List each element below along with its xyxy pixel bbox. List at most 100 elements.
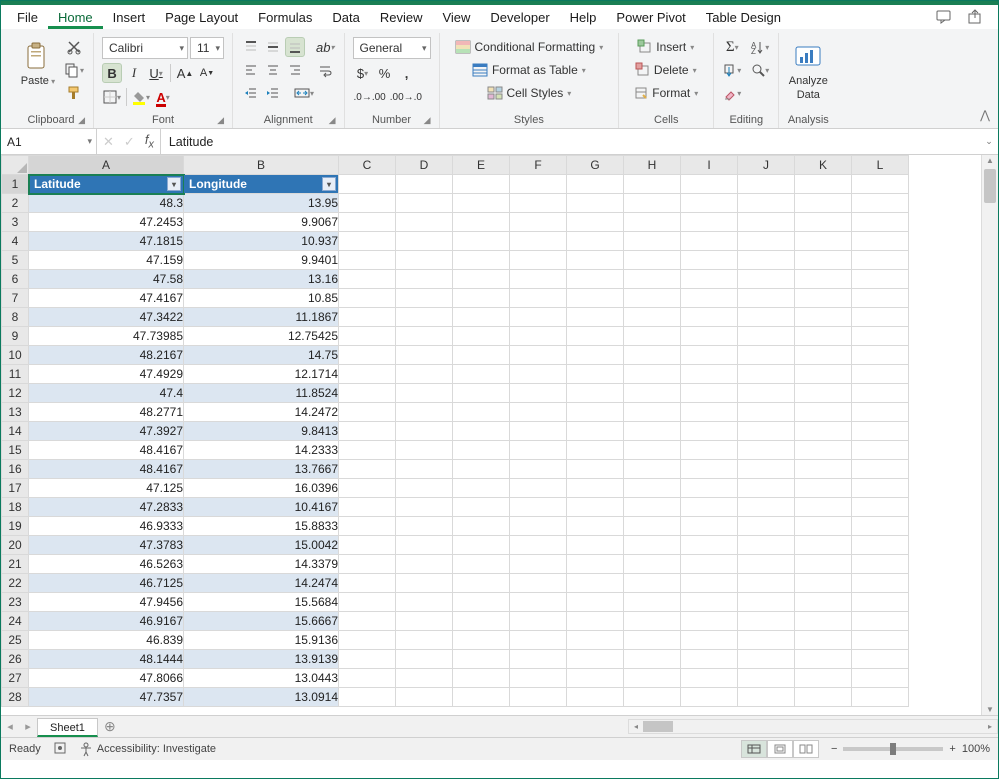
cell-I13[interactable] [681,403,738,422]
font-name-combo[interactable]: Calibri [102,37,188,59]
tab-insert[interactable]: Insert [103,5,156,29]
cell-K10[interactable] [795,346,852,365]
cell-G21[interactable] [567,555,624,574]
cell-B8[interactable]: 11.1867 [184,308,339,327]
name-box[interactable]: A1 [1,129,97,154]
format-painter-button[interactable] [63,83,85,103]
number-dialog-launcher[interactable]: ◢ [424,115,431,126]
cell-L15[interactable] [852,441,909,460]
cell-H6[interactable] [624,270,681,289]
cell-B27[interactable]: 13.0443 [184,669,339,688]
wrap-text-button[interactable] [315,60,335,80]
cell-G28[interactable] [567,688,624,707]
cell-F11[interactable] [510,365,567,384]
cell-I25[interactable] [681,631,738,650]
tab-file[interactable]: File [7,5,48,29]
cell-B23[interactable]: 15.5684 [184,593,339,612]
collapse-ribbon-button[interactable]: ⋀ [980,108,990,122]
cell-L7[interactable] [852,289,909,308]
cell-G10[interactable] [567,346,624,365]
row-header-15[interactable]: 15 [2,441,29,460]
cell-E19[interactable] [453,517,510,536]
cell-A24[interactable]: 46.9167 [29,612,184,631]
row-header-20[interactable]: 20 [2,536,29,555]
cell-D23[interactable] [396,593,453,612]
cell-L12[interactable] [852,384,909,403]
cell-K25[interactable] [795,631,852,650]
tab-view[interactable]: View [432,5,480,29]
cell-A1[interactable]: Latitude▾ [29,175,184,194]
cell-K17[interactable] [795,479,852,498]
cell-D9[interactable] [396,327,453,346]
cell-D12[interactable] [396,384,453,403]
cell-H14[interactable] [624,422,681,441]
cell-C21[interactable] [339,555,396,574]
cell-J24[interactable] [738,612,795,631]
cell-D1[interactable] [396,175,453,194]
cell-G16[interactable] [567,460,624,479]
cell-K2[interactable] [795,194,852,213]
cell-H10[interactable] [624,346,681,365]
cell-F18[interactable] [510,498,567,517]
cell-L6[interactable] [852,270,909,289]
row-header-16[interactable]: 16 [2,460,29,479]
cell-B10[interactable]: 14.75 [184,346,339,365]
cell-A13[interactable]: 48.2771 [29,403,184,422]
cell-H19[interactable] [624,517,681,536]
row-header-21[interactable]: 21 [2,555,29,574]
cell-F2[interactable] [510,194,567,213]
cell-C26[interactable] [339,650,396,669]
cell-I9[interactable] [681,327,738,346]
decrease-indent-button[interactable] [241,83,261,103]
cell-C17[interactable] [339,479,396,498]
cell-D18[interactable] [396,498,453,517]
cell-D13[interactable] [396,403,453,422]
cell-L17[interactable] [852,479,909,498]
cell-L22[interactable] [852,574,909,593]
tab-developer[interactable]: Developer [480,5,559,29]
zoom-slider[interactable] [843,747,943,751]
cell-J11[interactable] [738,365,795,384]
cell-E18[interactable] [453,498,510,517]
cell-G27[interactable] [567,669,624,688]
cell-B24[interactable]: 15.6667 [184,612,339,631]
cell-J6[interactable] [738,270,795,289]
cell-F6[interactable] [510,270,567,289]
clipboard-dialog-launcher[interactable]: ◢ [78,115,85,126]
tab-page-layout[interactable]: Page Layout [155,5,248,29]
cell-C9[interactable] [339,327,396,346]
accessibility-status[interactable]: Accessibility: Investigate [79,742,216,756]
cell-F7[interactable] [510,289,567,308]
cell-I22[interactable] [681,574,738,593]
row-header-23[interactable]: 23 [2,593,29,612]
cell-F14[interactable] [510,422,567,441]
column-header-F[interactable]: F [510,156,567,175]
sort-filter-button[interactable]: AZ [750,37,770,57]
cell-H7[interactable] [624,289,681,308]
number-format-combo[interactable]: General [353,37,431,59]
tab-table-design[interactable]: Table Design [696,5,791,29]
cell-C14[interactable] [339,422,396,441]
cell-K11[interactable] [795,365,852,384]
cell-I17[interactable] [681,479,738,498]
zoom-in-button[interactable]: + [949,743,955,755]
comments-button[interactable] [928,5,960,29]
cell-K12[interactable] [795,384,852,403]
cell-G14[interactable] [567,422,624,441]
cell-D20[interactable] [396,536,453,555]
cell-F21[interactable] [510,555,567,574]
select-all-button[interactable] [2,156,29,175]
cell-L11[interactable] [852,365,909,384]
cell-F9[interactable] [510,327,567,346]
cell-I2[interactable] [681,194,738,213]
cell-I10[interactable] [681,346,738,365]
align-middle-button[interactable] [263,37,283,57]
cell-G18[interactable] [567,498,624,517]
cell-J8[interactable] [738,308,795,327]
cell-E11[interactable] [453,365,510,384]
align-bottom-button[interactable] [285,37,305,57]
cell-L28[interactable] [852,688,909,707]
cell-A5[interactable]: 47.159 [29,251,184,270]
cell-D5[interactable] [396,251,453,270]
cell-G19[interactable] [567,517,624,536]
